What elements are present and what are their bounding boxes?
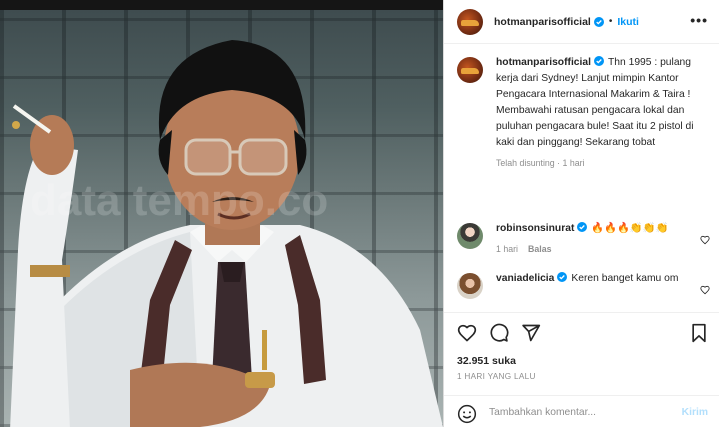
comment-username[interactable]: vaniadelicia [496, 273, 554, 284]
follow-button[interactable]: Ikuti [617, 16, 639, 28]
svg-text:data tempo.co: data tempo.co [30, 176, 328, 225]
post-comment-button[interactable]: Kirim [682, 407, 708, 418]
more-options-icon[interactable]: ••• [690, 13, 708, 27]
verified-badge-icon [593, 56, 604, 66]
comment-text: 🔥🔥🔥👏👏👏 [591, 223, 669, 234]
instagram-post: data tempo.co hotmanparisofficial • Ikut… [0, 0, 719, 427]
share-send-icon[interactable] [521, 323, 541, 343]
like-comment-heart-icon[interactable] [700, 235, 710, 245]
caption: hotmanparisofficial Thn 1995 : pulang ker… [444, 55, 719, 221]
separator-dot: • [608, 16, 613, 27]
like-comment-heart-icon[interactable] [700, 285, 710, 295]
comment-item: robinsonsinurat 🔥🔥🔥👏👏👏 1 hari Balas [444, 221, 719, 271]
comments-list: hotmanparisofficial Thn 1995 : pulang ker… [444, 55, 719, 311]
save-bookmark-icon[interactable] [690, 323, 708, 343]
post-username[interactable]: hotmanparisofficial [494, 16, 591, 28]
avatar[interactable] [457, 223, 483, 249]
verified-badge-icon [577, 222, 588, 232]
avatar[interactable] [457, 8, 483, 35]
reply-button[interactable]: Balas [528, 244, 551, 254]
post-header: hotmanparisofficial • Ikuti ••• [444, 0, 719, 44]
verified-badge-icon [557, 272, 568, 282]
comment-username[interactable]: robinsonsinurat [496, 223, 574, 234]
caption-username[interactable]: hotmanparisofficial [496, 57, 591, 68]
comment-time: 1 hari [496, 244, 519, 254]
comment-bubble-icon[interactable] [489, 323, 509, 343]
emoji-icon[interactable] [457, 404, 477, 424]
caption-meta: Telah disunting · 1 hari [496, 158, 585, 168]
avatar[interactable] [457, 57, 483, 83]
comment-text: Keren banget kamu om [571, 273, 679, 284]
photo-illustration: data tempo.co [10, 40, 443, 427]
caption-text: Thn 1995 : pulang kerja dari Sydney! Lan… [496, 57, 694, 148]
comment-input[interactable]: Tambahkan komentar... [489, 407, 596, 418]
post-panel: hotmanparisofficial • Ikuti ••• hotmanpa… [443, 0, 719, 427]
post-photo[interactable]: data tempo.co [0, 0, 443, 427]
comment-composer: Tambahkan komentar... Kirim [444, 395, 719, 427]
comment-item: vaniadelicia Keren banget kamu om [444, 271, 719, 311]
avatar[interactable] [457, 273, 483, 299]
verified-badge-icon [593, 16, 604, 27]
like-heart-icon[interactable] [457, 323, 477, 343]
action-bar [444, 312, 719, 352]
post-timestamp[interactable]: 1 HARI YANG LALU [457, 372, 536, 381]
likes-count[interactable]: 32.951 suka [457, 355, 516, 367]
